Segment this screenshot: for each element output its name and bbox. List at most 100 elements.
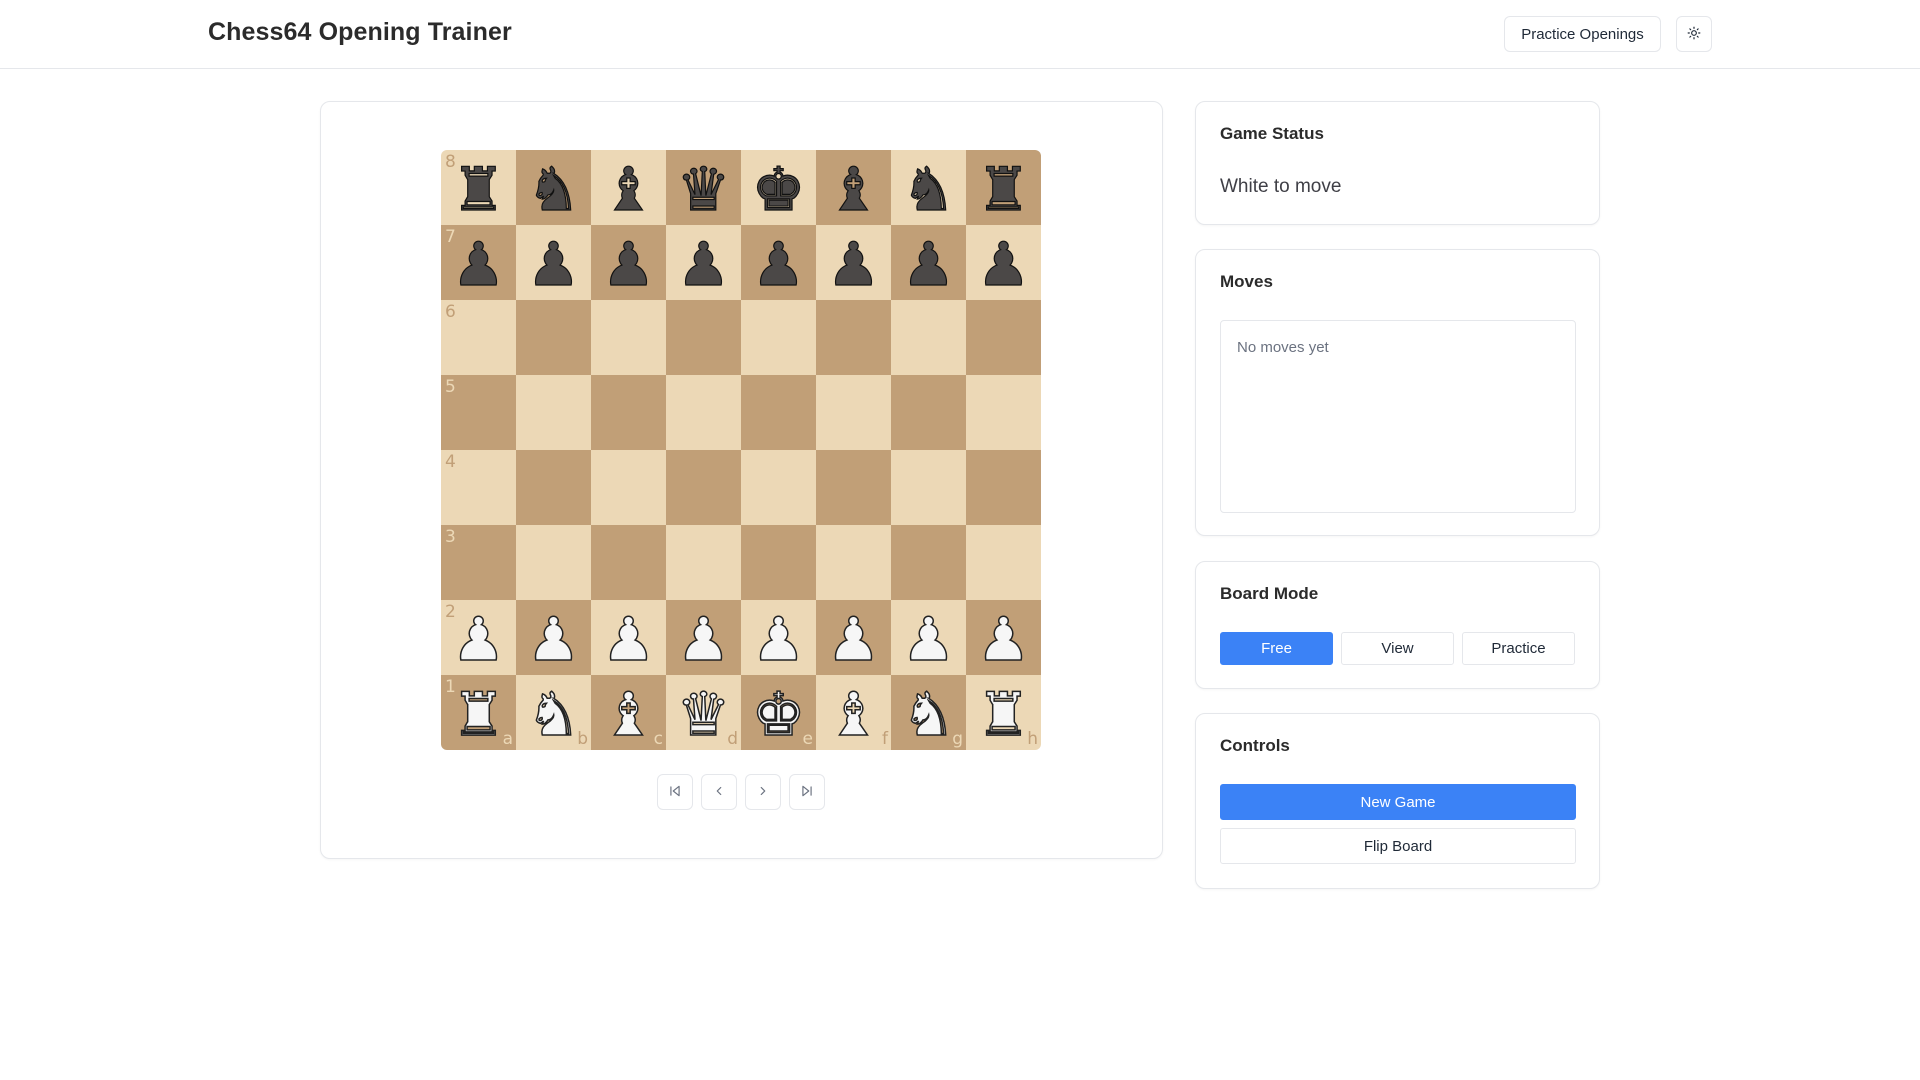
square-f2[interactable]: ♟ — [816, 600, 891, 675]
chessboard[interactable]: 8 ♜ ♞ ♝ ♛ ♚ ♝ ♞ ♜ 7 ♟ ♟ ♟ ♟ ♟ ♟ ♟ ♟ 6 5 4 3 2 ♟ ♟ ♟ ♟ ♟ ♟ ♟ ♟ 1 a ♜ b ♞ c ♝ d ♛… — [441, 150, 1041, 750]
square-d8[interactable]: ♛ — [666, 150, 741, 225]
square-f3[interactable] — [816, 525, 891, 600]
square-d4[interactable] — [666, 450, 741, 525]
square-h5[interactable] — [966, 375, 1041, 450]
square-e7[interactable]: ♟ — [741, 225, 816, 300]
black-king-icon[interactable]: ♚ — [751, 159, 806, 220]
black-knight-icon[interactable]: ♞ — [526, 159, 581, 220]
white-pawn-icon[interactable]: ♟ — [601, 609, 656, 671]
white-rook-icon[interactable]: ♜ — [976, 684, 1031, 746]
square-b3[interactable] — [516, 525, 591, 600]
square-e6[interactable] — [741, 300, 816, 375]
square-d2[interactable]: ♟ — [666, 600, 741, 675]
black-pawn-icon[interactable]: ♟ — [451, 234, 506, 295]
black-pawn-icon[interactable]: ♟ — [976, 234, 1031, 295]
white-pawn-icon[interactable]: ♟ — [901, 609, 956, 671]
last-move-button[interactable] — [789, 774, 825, 810]
square-f7[interactable]: ♟ — [816, 225, 891, 300]
square-b8[interactable]: ♞ — [516, 150, 591, 225]
new-game-button[interactable]: New Game — [1220, 784, 1576, 820]
white-rook-icon[interactable]: ♜ — [451, 684, 506, 746]
square-c2[interactable]: ♟ — [591, 600, 666, 675]
mode-free-button[interactable]: Free — [1220, 632, 1333, 665]
mode-view-button[interactable]: View — [1341, 632, 1454, 665]
square-b4[interactable] — [516, 450, 591, 525]
square-e3[interactable] — [741, 525, 816, 600]
square-f4[interactable] — [816, 450, 891, 525]
practice-openings-button[interactable]: Practice Openings — [1504, 16, 1661, 52]
square-b7[interactable]: ♟ — [516, 225, 591, 300]
square-g2[interactable]: ♟ — [891, 600, 966, 675]
white-pawn-icon[interactable]: ♟ — [526, 609, 581, 671]
square-h6[interactable] — [966, 300, 1041, 375]
square-d6[interactable] — [666, 300, 741, 375]
square-b2[interactable]: ♟ — [516, 600, 591, 675]
square-a6[interactable]: 6 — [441, 300, 516, 375]
square-h1[interactable]: h ♜ — [966, 675, 1041, 750]
first-move-button[interactable] — [657, 774, 693, 810]
square-e4[interactable] — [741, 450, 816, 525]
white-bishop-icon[interactable]: ♝ — [601, 684, 656, 746]
square-h4[interactable] — [966, 450, 1041, 525]
square-d5[interactable] — [666, 375, 741, 450]
white-pawn-icon[interactable]: ♟ — [976, 609, 1031, 671]
white-bishop-icon[interactable]: ♝ — [826, 684, 881, 746]
square-g3[interactable] — [891, 525, 966, 600]
square-c7[interactable]: ♟ — [591, 225, 666, 300]
square-f1[interactable]: f ♝ — [816, 675, 891, 750]
next-move-button[interactable] — [745, 774, 781, 810]
square-a7[interactable]: 7 ♟ — [441, 225, 516, 300]
square-c4[interactable] — [591, 450, 666, 525]
square-e2[interactable]: ♟ — [741, 600, 816, 675]
square-a1[interactable]: 1 a ♜ — [441, 675, 516, 750]
theme-toggle-button[interactable] — [1676, 16, 1712, 52]
white-knight-icon[interactable]: ♞ — [901, 684, 956, 746]
square-c3[interactable] — [591, 525, 666, 600]
black-rook-icon[interactable]: ♜ — [976, 159, 1031, 220]
square-a8[interactable]: 8 ♜ — [441, 150, 516, 225]
square-a4[interactable]: 4 — [441, 450, 516, 525]
square-c8[interactable]: ♝ — [591, 150, 666, 225]
previous-move-button[interactable] — [701, 774, 737, 810]
square-b1[interactable]: b ♞ — [516, 675, 591, 750]
square-e1[interactable]: e ♚ — [741, 675, 816, 750]
mode-practice-button[interactable]: Practice — [1462, 632, 1575, 665]
square-e5[interactable] — [741, 375, 816, 450]
square-a3[interactable]: 3 — [441, 525, 516, 600]
square-g5[interactable] — [891, 375, 966, 450]
square-g1[interactable]: g ♞ — [891, 675, 966, 750]
square-c1[interactable]: c ♝ — [591, 675, 666, 750]
white-pawn-icon[interactable]: ♟ — [826, 609, 881, 671]
black-pawn-icon[interactable]: ♟ — [526, 234, 581, 295]
square-f6[interactable] — [816, 300, 891, 375]
square-d7[interactable]: ♟ — [666, 225, 741, 300]
square-h3[interactable] — [966, 525, 1041, 600]
black-pawn-icon[interactable]: ♟ — [601, 234, 656, 295]
black-rook-icon[interactable]: ♜ — [451, 159, 506, 220]
square-g4[interactable] — [891, 450, 966, 525]
black-knight-icon[interactable]: ♞ — [901, 159, 956, 220]
black-bishop-icon[interactable]: ♝ — [601, 159, 656, 220]
black-pawn-icon[interactable]: ♟ — [751, 234, 806, 295]
black-pawn-icon[interactable]: ♟ — [901, 234, 956, 295]
square-g6[interactable] — [891, 300, 966, 375]
square-h8[interactable]: ♜ — [966, 150, 1041, 225]
square-d1[interactable]: d ♛ — [666, 675, 741, 750]
black-pawn-icon[interactable]: ♟ — [826, 234, 881, 295]
square-c6[interactable] — [591, 300, 666, 375]
square-b6[interactable] — [516, 300, 591, 375]
flip-board-button[interactable]: Flip Board — [1220, 828, 1576, 864]
square-g7[interactable]: ♟ — [891, 225, 966, 300]
black-bishop-icon[interactable]: ♝ — [826, 159, 881, 220]
square-a2[interactable]: 2 ♟ — [441, 600, 516, 675]
square-e8[interactable]: ♚ — [741, 150, 816, 225]
square-h2[interactable]: ♟ — [966, 600, 1041, 675]
black-pawn-icon[interactable]: ♟ — [676, 234, 731, 295]
white-king-icon[interactable]: ♚ — [751, 684, 806, 746]
square-h7[interactable]: ♟ — [966, 225, 1041, 300]
square-b5[interactable] — [516, 375, 591, 450]
move-list[interactable]: No moves yet — [1220, 320, 1576, 513]
square-a5[interactable]: 5 — [441, 375, 516, 450]
white-pawn-icon[interactable]: ♟ — [451, 609, 506, 671]
square-c5[interactable] — [591, 375, 666, 450]
